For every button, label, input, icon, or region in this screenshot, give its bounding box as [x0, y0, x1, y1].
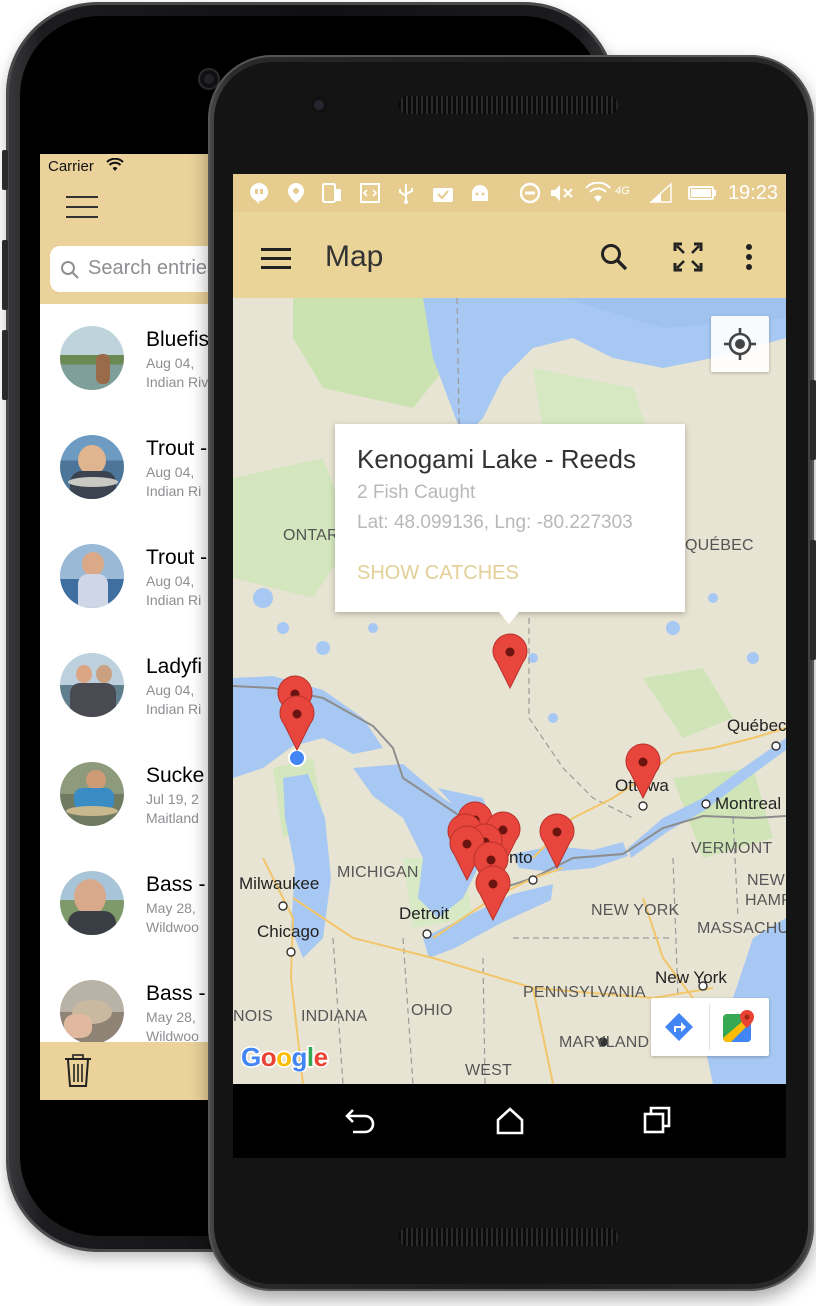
mute-icon	[549, 182, 575, 209]
location-icon	[287, 182, 305, 209]
search-icon	[60, 260, 80, 285]
avatar	[60, 544, 124, 608]
entry-title: Sucke	[146, 764, 205, 787]
marker-info-window[interactable]: Kenogami Lake - Reeds 2 Fish Caught Lat:…	[335, 424, 685, 612]
clock: 19:23	[727, 182, 778, 204]
battery-icon	[687, 182, 717, 209]
info-coordinates: Lat: 48.099136, Lng: -80.227303	[357, 512, 633, 533]
android-speaker-top	[398, 96, 618, 114]
entry-date: Jul 19, 2	[146, 791, 199, 807]
google-wordmark: Google	[240, 1041, 330, 1074]
hamburger-menu-icon[interactable]	[261, 248, 291, 270]
map-marker[interactable]	[539, 813, 575, 869]
wifi-icon	[106, 157, 124, 177]
search-icon[interactable]	[599, 242, 629, 277]
hamburger-menu-icon[interactable]	[66, 196, 98, 218]
directions-icon[interactable]	[663, 1011, 695, 1048]
android-front-camera	[310, 96, 328, 114]
entry-date: May 28,	[146, 1009, 196, 1025]
map-marker[interactable]	[475, 865, 511, 921]
more-vert-icon[interactable]	[743, 242, 755, 277]
map-marker[interactable]	[492, 633, 528, 689]
svg-text:Google: Google	[241, 1042, 328, 1072]
info-fish-count: 2 Fish Caught	[357, 482, 476, 503]
entry-location: Wildwoo	[146, 919, 199, 935]
devices-icon	[321, 182, 343, 209]
info-title: Kenogami Lake - Reeds	[357, 444, 636, 474]
entry-location: Maitland	[146, 810, 199, 826]
avatar	[60, 653, 124, 717]
marker-layer	[277, 633, 661, 921]
iphone-volume-down	[2, 330, 8, 400]
iphone-mute-switch	[2, 150, 8, 190]
android-icon	[469, 182, 491, 209]
map-toolbar	[651, 998, 769, 1056]
show-catches-button[interactable]: SHOW CATCHES	[357, 562, 519, 585]
my-location-icon	[723, 327, 757, 366]
avatar	[60, 762, 124, 826]
signal-icon	[649, 182, 673, 209]
search-placeholder: Search entries	[88, 257, 217, 279]
entry-title: Trout -	[146, 437, 208, 460]
do-not-disturb-icon	[519, 182, 541, 209]
back-icon[interactable]	[345, 1106, 377, 1139]
avatar	[60, 871, 124, 935]
app-bar: Map	[233, 212, 786, 298]
entry-title: Trout -	[146, 546, 208, 569]
android-volume-button	[810, 540, 816, 660]
home-icon[interactable]	[495, 1106, 525, 1141]
map-view[interactable]: ONTAR QUÉBEC MICHIGAN NEW YORK VERMONT N…	[233, 298, 786, 1084]
entry-date: Aug 04,	[146, 682, 195, 698]
network-type: 4G	[615, 185, 630, 197]
page-title: Map	[325, 240, 384, 273]
entry-date: May 28,	[146, 900, 196, 916]
android-speaker-bottom	[398, 1228, 618, 1246]
avatar	[60, 980, 124, 1044]
my-location-button[interactable]	[711, 316, 769, 372]
navigation-bar	[233, 1084, 786, 1158]
toolbar-divider	[709, 1004, 710, 1050]
entry-title: Bass -	[146, 982, 206, 1005]
avatar	[60, 326, 124, 390]
google-logo: Google	[240, 1041, 331, 1079]
trash-icon[interactable]	[64, 1054, 92, 1093]
entry-title: Ladyfi	[146, 655, 203, 678]
entry-title: Bass -	[146, 873, 206, 896]
avatar	[60, 435, 124, 499]
entry-date: Aug 04,	[146, 573, 195, 589]
info-window-pointer	[499, 612, 519, 624]
wifi-icon	[585, 181, 611, 209]
task-done-icon	[431, 182, 455, 209]
developer-icon	[359, 182, 381, 209]
android-screen: 4G 19:23 Map ONTAR QUÉBEC MICHIGAN NEW Y…	[233, 174, 786, 1158]
status-bar: 4G 19:23	[233, 174, 786, 212]
fullscreen-icon[interactable]	[673, 242, 703, 277]
entry-date: Aug 04,	[146, 355, 195, 371]
entry-location: Indian Ri	[146, 592, 202, 608]
entry-location: Indian Ri	[146, 483, 202, 499]
hangouts-icon	[249, 182, 269, 209]
map-marker[interactable]	[279, 695, 315, 751]
iphone-volume-up	[2, 240, 8, 310]
iphone-camera	[200, 70, 218, 88]
recents-icon[interactable]	[643, 1106, 671, 1139]
carrier-label: Carrier	[48, 158, 94, 175]
entry-date: Aug 04,	[146, 464, 195, 480]
map-marker[interactable]	[625, 743, 661, 799]
google-maps-icon[interactable]	[721, 1008, 757, 1049]
android-power-button	[810, 380, 816, 460]
entry-location: Indian Ri	[146, 701, 202, 717]
usb-icon	[397, 182, 415, 209]
